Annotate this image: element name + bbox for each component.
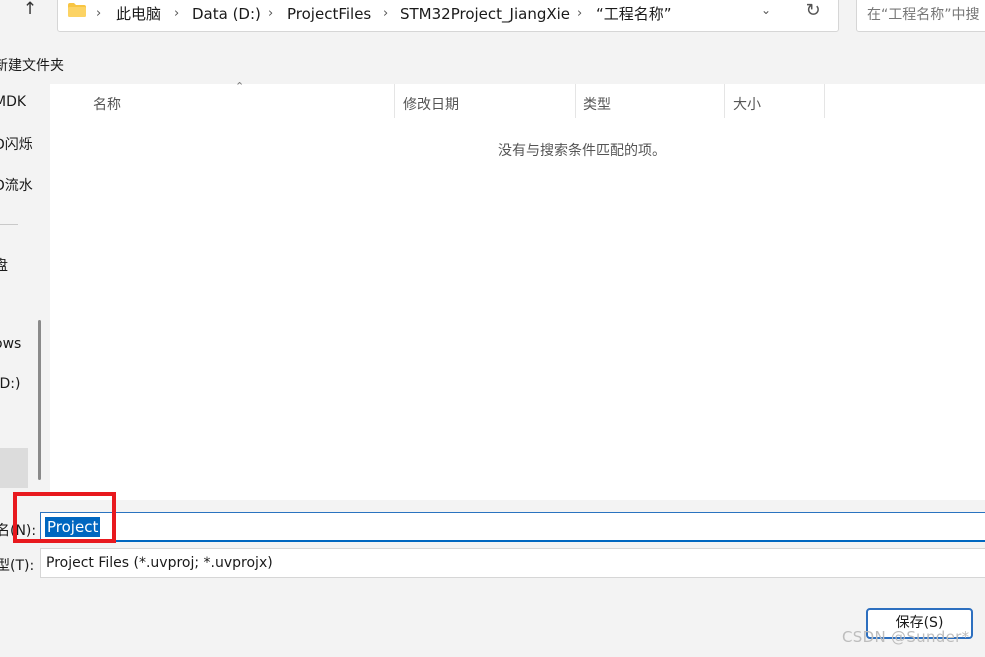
column-header-name[interactable]: 名称 [93,94,121,114]
column-divider[interactable] [575,84,576,118]
nav-item-disk[interactable]: 盘 [0,255,8,275]
watermark: CSDN @Sunder* [842,628,970,646]
breadcrumb-separator: › [268,6,274,21]
breadcrumb-current-folder[interactable]: “工程名称” [596,5,672,23]
file-list: ⌃ 名称 修改日期 类型 大小 没有与搜索条件匹配的项。 [50,80,985,500]
breadcrumb-this-pc[interactable]: 此电脑 [116,5,161,23]
breadcrumb-stm32project[interactable]: STM32Project_JiangXie [400,5,570,23]
nav-item-windows[interactable]: ows [0,336,21,352]
column-divider[interactable] [724,84,725,118]
navigation-pane: MDK D闪烁 D流水 盘 ows (D:) [0,84,38,500]
breadcrumb-separator: › [577,6,583,21]
nav-scrollbar[interactable] [38,320,41,480]
folder-icon [68,3,86,17]
red-highlight-box [13,492,116,543]
search-input[interactable]: 在“工程名称”中搜 [867,4,980,24]
new-folder-button[interactable]: 新建文件夹 [0,55,64,75]
column-header-size[interactable]: 大小 [733,94,761,114]
empty-message: 没有与搜索条件匹配的项。 [498,143,666,159]
chevron-down-icon[interactable]: ⌄ [761,3,777,17]
nav-item-mdk[interactable]: MDK [0,94,26,110]
column-divider[interactable] [394,84,395,118]
column-header-type[interactable]: 类型 [583,94,611,114]
refresh-icon[interactable]: ↻ [803,0,823,21]
nav-divider [0,224,18,225]
nav-item-led-flow[interactable]: D流水 [0,175,33,195]
nav-selected-highlight [0,448,28,488]
filetype-value: Project Files (*.uvproj; *.uvprojx) [46,555,273,571]
filetype-select[interactable]: Project Files (*.uvproj; *.uvprojx) [40,548,985,578]
nav-item-led-blink[interactable]: D闪烁 [0,134,33,154]
breadcrumb-separator: › [174,6,180,21]
up-arrow-icon[interactable]: ↑ [18,0,42,20]
sort-up-icon: ⌃ [235,80,245,93]
column-divider[interactable] [824,84,825,118]
address-bar[interactable]: › 此电脑 › Data (D:) › ProjectFiles › STM32… [57,0,839,32]
search-box[interactable]: 在“工程名称”中搜 [856,0,985,32]
column-header-modified[interactable]: 修改日期 [403,94,459,114]
filename-field[interactable]: Project [40,512,985,542]
breadcrumb-separator: › [96,6,102,21]
breadcrumb-data-drive[interactable]: Data (D:) [192,5,261,23]
nav-item-data-drive[interactable]: (D:) [0,376,20,392]
breadcrumb-projectfiles[interactable]: ProjectFiles [287,5,371,23]
filetype-label: 型(T): [0,558,35,574]
breadcrumb-separator: › [383,6,389,21]
